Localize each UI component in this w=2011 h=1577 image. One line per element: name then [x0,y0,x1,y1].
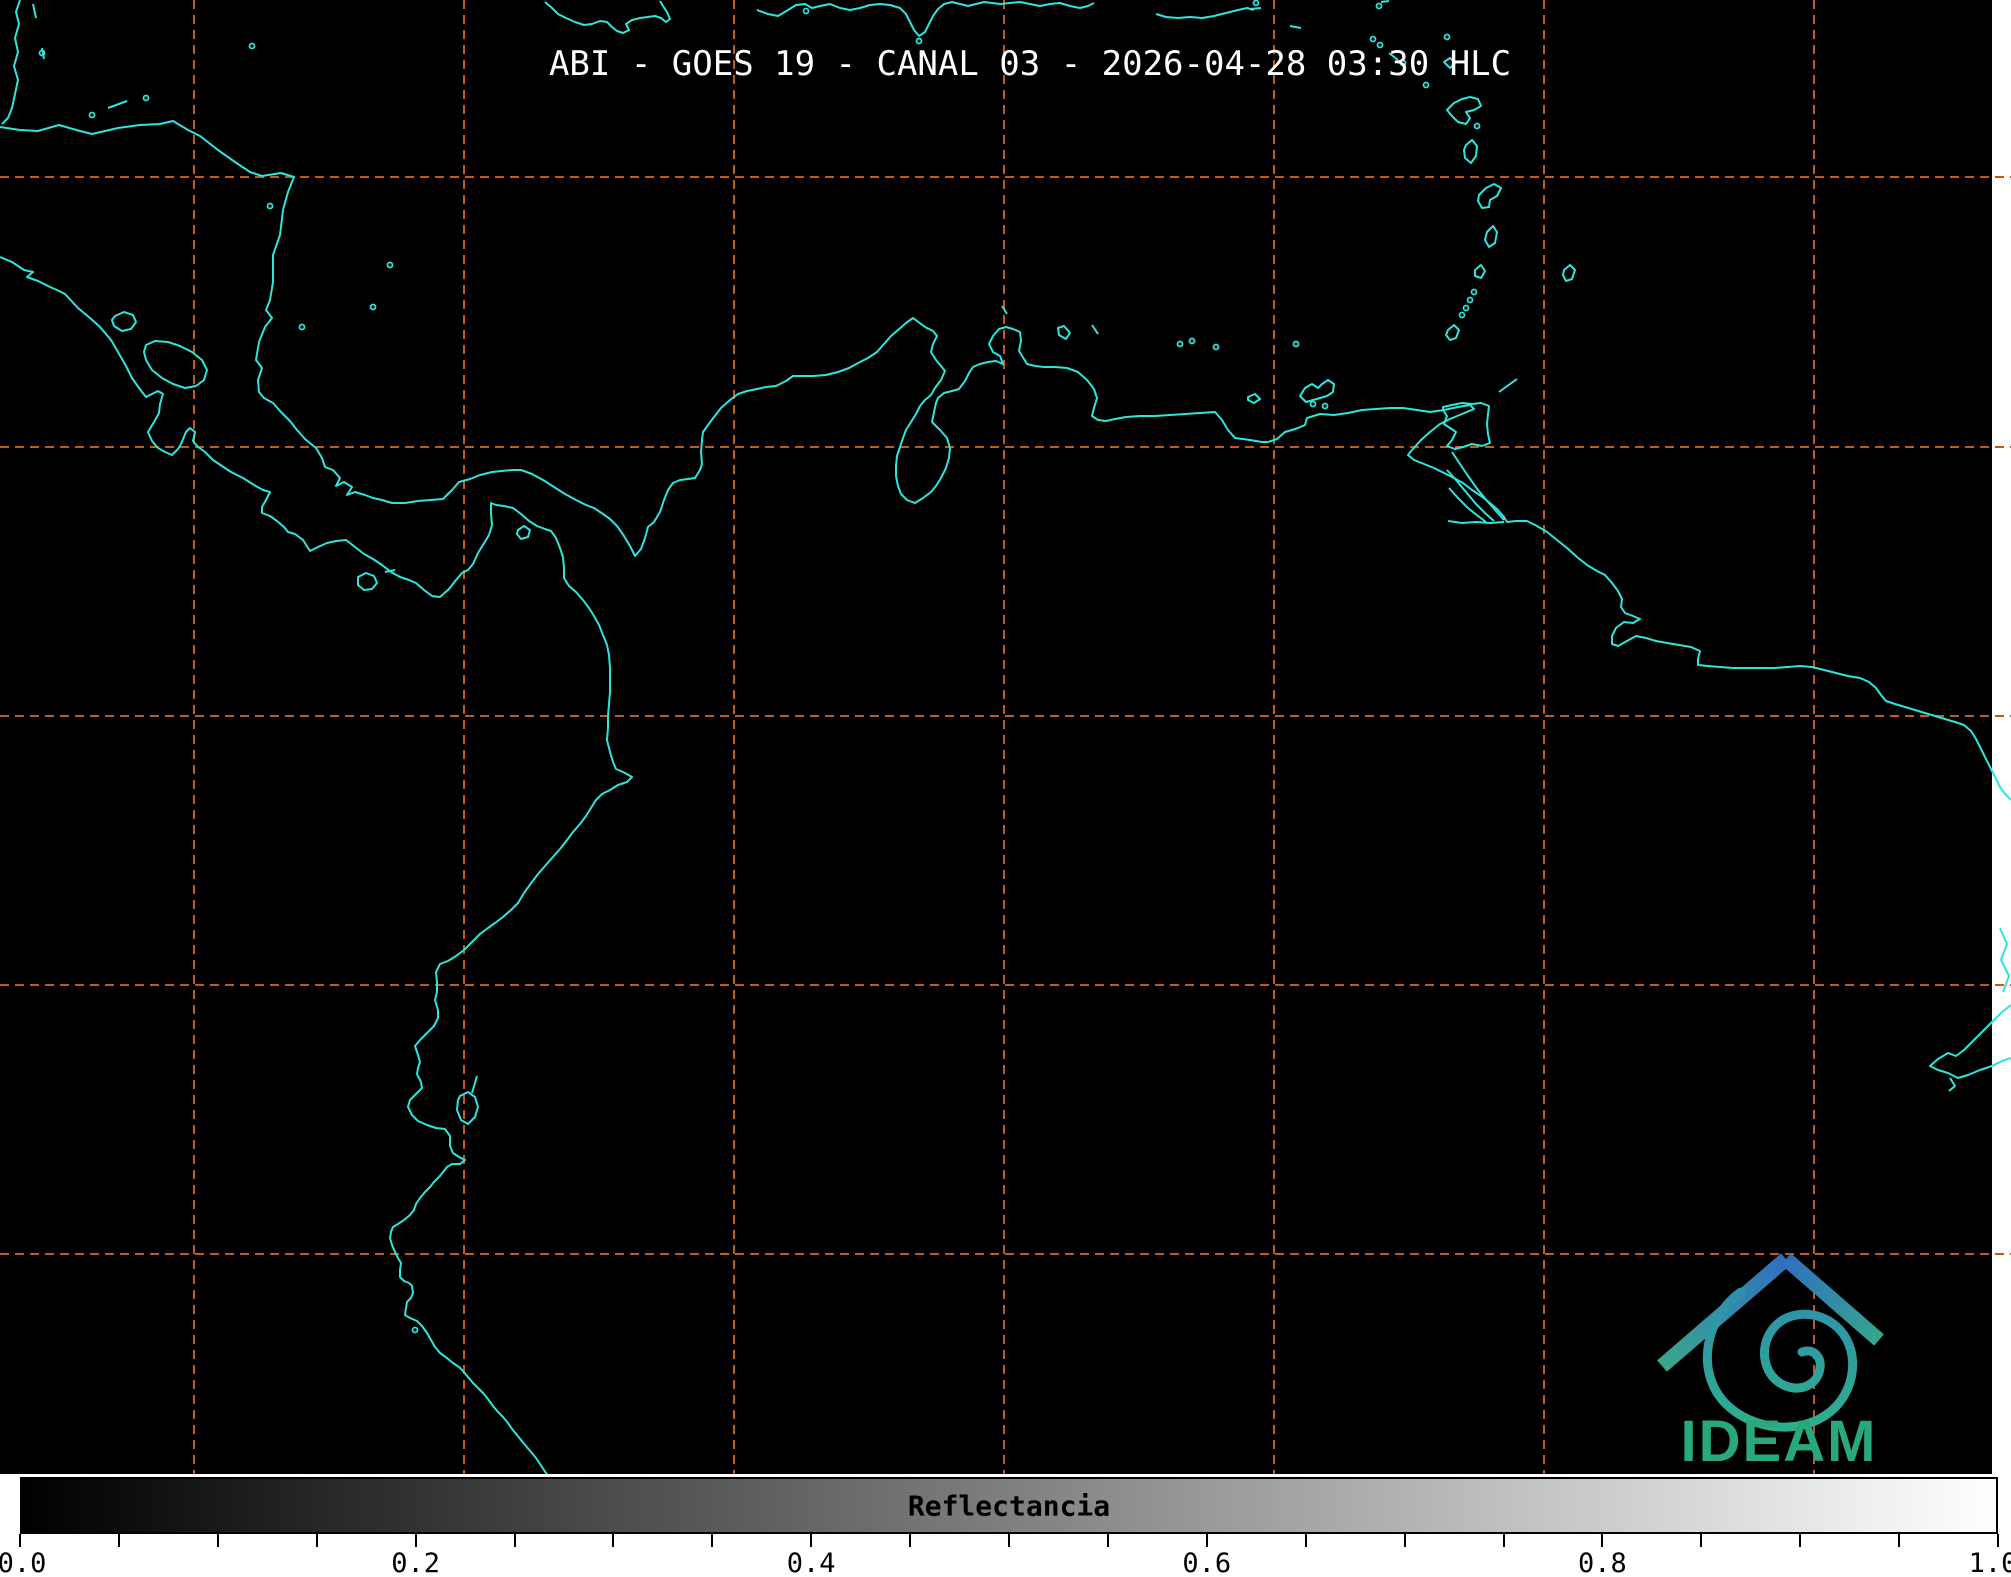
colorbar-tick [1799,1534,1802,1547]
colorbar-tick [513,1534,516,1547]
colorbar-tick [1106,1534,1109,1547]
colorbar-tick [909,1534,912,1547]
colorbar-tick-label: 0.2 [391,1548,440,1577]
colorbar-tick [19,1534,21,1547]
colorbar-tick-label: 0.8 [1578,1548,1627,1577]
colorbar-tick-label: 1.0 [1968,1548,2011,1577]
colorbar-tick-label: 0.4 [786,1548,836,1577]
colorbar-tick [414,1534,417,1547]
map-background [0,0,2011,1474]
colorbar-tick [1997,1534,1999,1547]
colorbar-tick [1502,1534,1505,1547]
colorbar-tick [1601,1534,1604,1547]
colorbar-footer: Reflectancia 0.0 0.2 0.4 0.6 0.8 1.0 [0,1474,2011,1577]
logo-wordmark: IDEAM [1681,1409,1878,1474]
colorbar-tick [612,1534,615,1547]
colorbar-tick [1700,1534,1703,1547]
coastline [1380,0,1390,3]
colorbar-tick [1898,1534,1901,1547]
colorbar-tick [1304,1534,1307,1547]
satellite-image-viewport: IDEAM ABI - GOES 19 - CANAL 03 - 2026-04… [0,0,2011,1577]
colorbar-tick [315,1534,318,1547]
colorbar-tick [711,1534,714,1547]
dawn-lit-edge [1992,0,2011,1474]
colorbar-tick [1205,1534,1208,1547]
colorbar-label: Reflectancia [907,1489,1111,1522]
colorbar-tick-label: 0.0 [0,1548,47,1577]
colorbar-tick [117,1534,120,1547]
colorbar: Reflectancia [20,1477,1998,1534]
colorbar-tick [810,1534,813,1547]
colorbar-tick-label: 0.6 [1182,1548,1232,1577]
colorbar-tick [1008,1534,1010,1547]
satellite-map: IDEAM [0,0,2011,1474]
colorbar-tick [1403,1534,1406,1547]
map-title: ABI - GOES 19 - CANAL 03 - 2026-04-28 03… [548,44,1512,84]
colorbar-tick [216,1534,219,1547]
coastline [1249,7,1262,10]
